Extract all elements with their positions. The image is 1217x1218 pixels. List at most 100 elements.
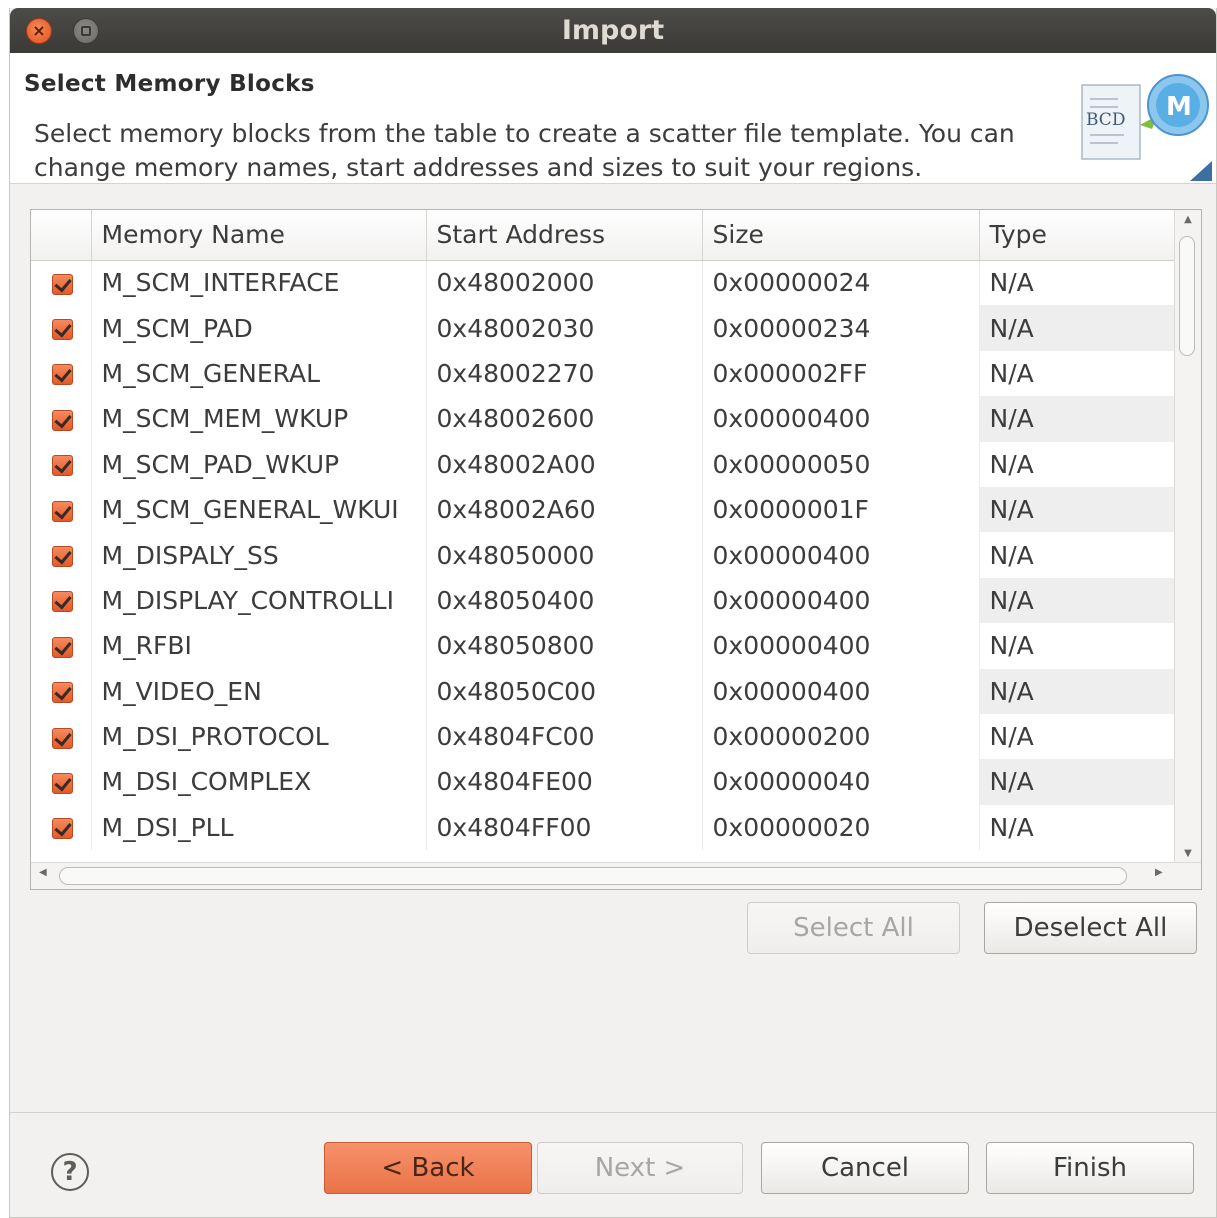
row-checkbox[interactable] [31,623,92,669]
size-cell[interactable]: 0x00000200 [702,713,980,760]
table-row[interactable]: M_SCM_GENERAL_WKUI 0x48002A60 0x0000001F N/… [31,486,1175,533]
start-address-cell[interactable]: 0x48050000 [426,532,703,578]
memory-name-cell[interactable]: M_DSI_COMPLEX [91,759,427,805]
type-cell[interactable]: N/A [979,260,1175,306]
size-cell[interactable]: 0x00000024 [702,260,980,306]
type-cell[interactable]: N/A [979,396,1175,442]
start-address-cell[interactable]: 0x48002030 [426,305,703,351]
size-cell[interactable]: 0x00000400 [702,668,980,714]
column-header-size[interactable]: Size [702,210,980,261]
start-address-cell[interactable]: 0x4804FC00 [426,713,703,760]
horizontal-scrollbar[interactable]: ◀ ▶ [31,862,1201,889]
type-cell[interactable]: N/A [979,577,1175,624]
table-row[interactable]: M_DSI_PLL 0x4804FF00 0x00000020 N/A [31,804,1175,851]
table-row[interactable]: M_SCM_PAD_WKUP 0x48002A00 0x00000050 N/A [31,441,1175,487]
size-cell[interactable]: 0x0000001F [702,486,980,533]
checkbox-checked-icon[interactable] [52,546,74,568]
vertical-scrollbar[interactable]: ▲ ▼ [1174,210,1201,889]
table-row[interactable]: M_VIDEO_EN 0x48050C00 0x00000400 N/A [31,668,1175,714]
back-button[interactable]: < Back [324,1142,532,1194]
table-row[interactable]: M_SCM_MEM_WKUP 0x48002600 0x00000400 N/A [31,396,1175,442]
scroll-up-icon[interactable]: ▲ [1175,214,1201,225]
row-checkbox[interactable] [31,532,92,578]
row-checkbox[interactable] [31,713,92,760]
type-cell[interactable]: N/A [979,713,1175,760]
start-address-cell[interactable]: 0x48002A00 [426,441,703,487]
memory-name-cell[interactable]: M_SCM_PAD_WKUP [91,441,427,487]
start-address-cell[interactable]: 0x4804FF00 [426,804,703,851]
checkbox-checked-icon[interactable] [52,772,74,794]
column-header-check[interactable] [31,210,92,261]
table-row[interactable]: M_SCM_INTERFACE 0x48002000 0x00000024 N/A [31,260,1175,306]
cancel-button[interactable]: Cancel [761,1142,969,1194]
type-cell[interactable]: N/A [979,759,1175,805]
type-cell[interactable]: N/A [979,668,1175,714]
checkbox-checked-icon[interactable] [52,273,74,295]
start-address-cell[interactable]: 0x48050C00 [426,668,703,714]
help-icon[interactable]: ? [51,1153,89,1191]
deselect-all-button[interactable]: Deselect All [984,902,1197,954]
table-row[interactable]: M_SCM_PAD 0x48002030 0x00000234 N/A [31,305,1175,351]
memory-name-cell[interactable]: M_VIDEO_EN [91,668,427,714]
checkbox-checked-icon[interactable] [52,636,74,658]
type-cell[interactable]: N/A [979,804,1175,851]
checkbox-checked-icon[interactable] [52,364,74,386]
row-checkbox[interactable] [31,577,92,624]
horizontal-scroll-thumb[interactable] [59,867,1127,885]
start-address-cell[interactable]: 0x48002270 [426,350,703,397]
checkbox-checked-icon[interactable] [52,818,74,840]
vertical-scroll-thumb[interactable] [1179,236,1195,356]
size-cell[interactable]: 0x00000050 [702,441,980,487]
row-checkbox[interactable] [31,668,92,714]
start-address-cell[interactable]: 0x48002600 [426,396,703,442]
next-button[interactable]: Next > [537,1142,743,1194]
memory-blocks-table[interactable]: Memory Name Start Address Size Type M_SC… [30,209,1202,890]
size-cell[interactable]: 0x00000400 [702,577,980,624]
memory-name-cell[interactable]: M_SCM_GENERAL [91,350,427,397]
row-checkbox[interactable] [31,804,92,851]
memory-name-cell[interactable]: M_RFBI [91,623,427,669]
checkbox-checked-icon[interactable] [52,682,74,704]
type-cell[interactable]: N/A [979,305,1175,351]
select-all-button[interactable]: Select All [747,902,960,954]
start-address-cell[interactable]: 0x48050800 [426,623,703,669]
start-address-cell[interactable]: 0x48050400 [426,577,703,624]
scroll-down-icon[interactable]: ▼ [1175,848,1201,859]
size-cell[interactable]: 0x00000234 [702,305,980,351]
row-checkbox[interactable] [31,350,92,397]
type-cell[interactable]: N/A [979,441,1175,487]
checkbox-checked-icon[interactable] [52,591,74,613]
size-cell[interactable]: 0x00000400 [702,623,980,669]
column-header-start-address[interactable]: Start Address [426,210,703,261]
memory-name-cell[interactable]: M_DISPALY_SS [91,532,427,578]
type-cell[interactable]: N/A [979,532,1175,578]
table-row[interactable]: M_DSI_COMPLEX 0x4804FE00 0x00000040 N/A [31,759,1175,805]
checkbox-checked-icon[interactable] [52,500,74,522]
start-address-cell[interactable]: 0x4804FE00 [426,759,703,805]
start-address-cell[interactable]: 0x48002000 [426,260,703,306]
column-header-memory-name[interactable]: Memory Name [91,210,427,261]
type-cell[interactable]: N/A [979,486,1175,533]
table-row[interactable]: M_RFBI 0x48050800 0x00000400 N/A [31,623,1175,669]
memory-name-cell[interactable]: M_SCM_MEM_WKUP [91,396,427,442]
row-checkbox[interactable] [31,396,92,442]
memory-name-cell[interactable]: M_DSI_PLL [91,804,427,851]
size-cell[interactable]: 0x00000020 [702,804,980,851]
type-cell[interactable]: N/A [979,623,1175,669]
size-cell[interactable]: 0x00000400 [702,532,980,578]
column-header-type[interactable]: Type [979,210,1175,261]
memory-name-cell[interactable]: M_DISPLAY_CONTROLLI [91,577,427,624]
memory-name-cell[interactable]: M_SCM_PAD [91,305,427,351]
size-cell[interactable]: 0x00000040 [702,759,980,805]
start-address-cell[interactable]: 0x48002A60 [426,486,703,533]
table-row[interactable]: M_DISPALY_SS 0x48050000 0x00000400 N/A [31,532,1175,578]
table-row[interactable]: M_DISPLAY_CONTROLLI 0x48050400 0x00000400 N… [31,577,1175,624]
row-checkbox[interactable] [31,305,92,351]
scroll-left-icon[interactable]: ◀ [39,867,47,878]
row-checkbox[interactable] [31,441,92,487]
memory-name-cell[interactable]: M_SCM_GENERAL_WKUI [91,486,427,533]
row-checkbox[interactable] [31,260,92,306]
checkbox-checked-icon[interactable] [52,409,74,431]
size-cell[interactable]: 0x00000400 [702,396,980,442]
size-cell[interactable]: 0x000002FF [702,350,980,397]
